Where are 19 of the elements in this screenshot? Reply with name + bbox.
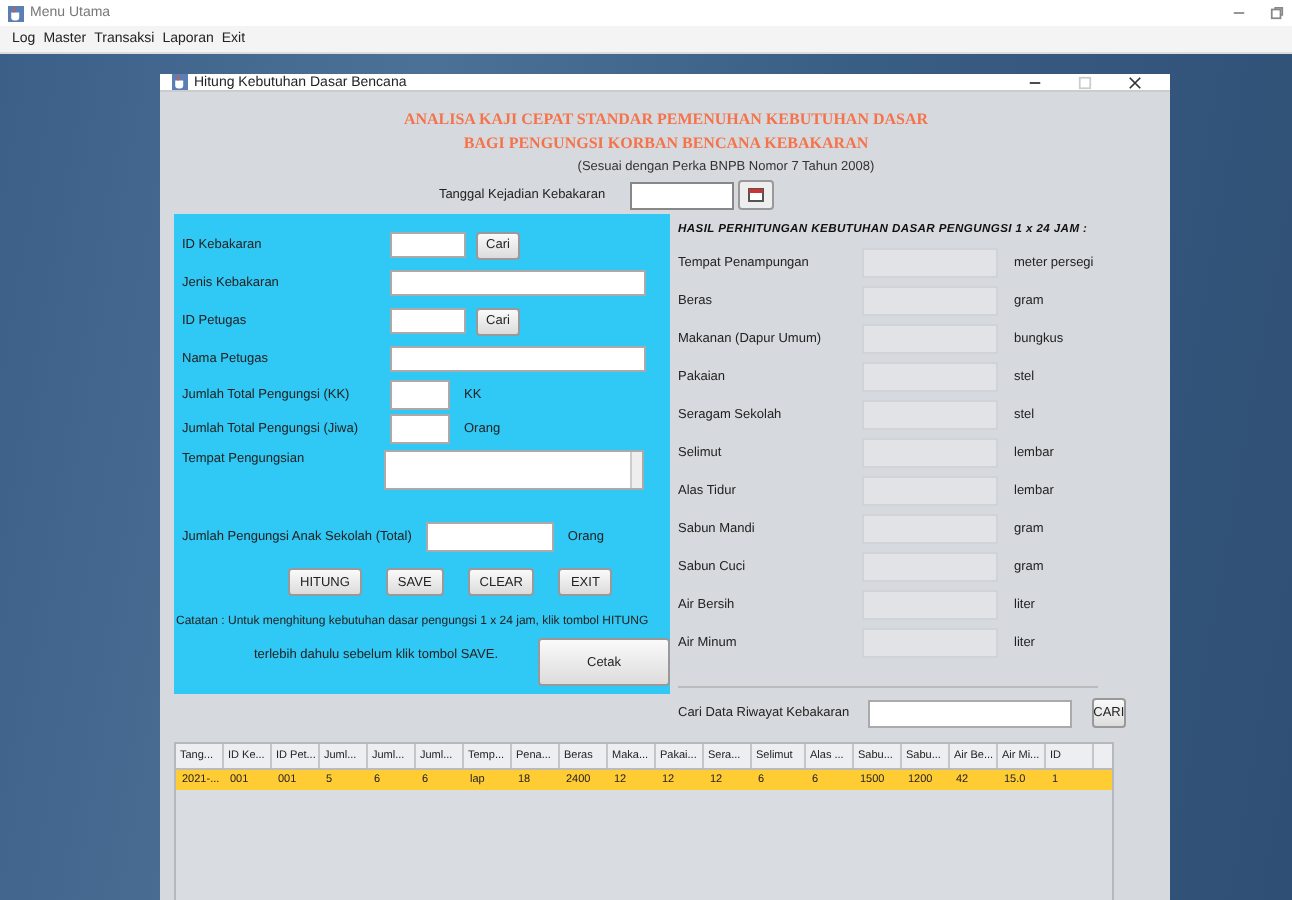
form-heading: BAGI PENGUNGSI KORBAN BENCANA KEBAKARAN (463, 132, 869, 156)
java-cup-icon (8, 5, 24, 22)
input-field[interactable] (390, 232, 466, 258)
calendar-button[interactable] (737, 180, 774, 210)
input-field[interactable] (390, 414, 450, 444)
maximize-icon[interactable] (1078, 75, 1092, 89)
scrollbar[interactable] (630, 452, 642, 488)
form-heading: ANALISA KAJI CEPAT STANDAR PEMENUHAN KEBUTUHAN DASAR (403, 108, 929, 132)
calendar-icon (747, 188, 764, 202)
close-icon[interactable] (1128, 75, 1142, 89)
input-field[interactable] (425, 521, 554, 551)
text-area[interactable] (384, 450, 644, 490)
search-field[interactable] (867, 699, 1072, 727)
restore-icon[interactable] (1270, 6, 1284, 21)
input-field[interactable] (390, 346, 646, 372)
input-field[interactable] (390, 308, 466, 334)
date-field[interactable] (629, 181, 734, 209)
input-field[interactable] (390, 380, 450, 410)
input-field[interactable] (390, 270, 646, 296)
